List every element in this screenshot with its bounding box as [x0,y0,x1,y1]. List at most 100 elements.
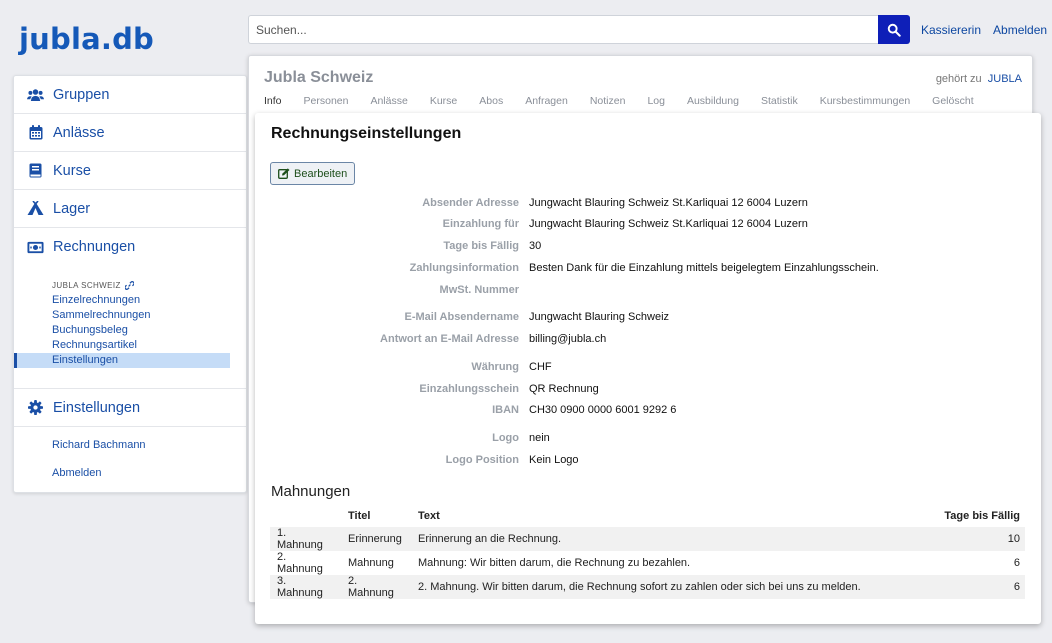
users-icon [27,86,44,103]
field-value: Kein Logo [529,454,579,466]
tab-anlaesse[interactable]: Anlässe [370,95,407,107]
table-cell: 2. Mahnung [277,551,323,575]
table-header: Text [418,510,440,522]
belongs-to: gehört zu JUBLA [936,73,1022,85]
field-value: Jungwacht Blauring Schweiz St.Karliquai … [529,218,808,230]
sidebar-item-label: Lager [53,200,91,217]
field-value: CHF [529,361,552,373]
sidebar: Gruppen Anlässe Kurse Lager Rechnungen J… [13,75,247,493]
submenu-einstellungen[interactable]: Einstellungen [14,353,230,368]
sidebar-item-gruppen[interactable]: Gruppen [14,76,246,114]
sidebar-logout-link[interactable]: Abmelden [14,467,102,479]
tab-geloescht[interactable]: Gelöscht [932,95,973,107]
sidebar-item-kurse[interactable]: Kurse [14,152,246,190]
edit-button[interactable]: Bearbeiten [270,162,356,185]
user-name-link[interactable]: Richard Bachmann [14,439,146,451]
field-label: Logo [492,432,519,444]
table-header-row: Titel Text Tage bis Fällig [270,505,1025,527]
sidebar-item-label: Einstellungen [53,399,141,416]
edit-button-label: Bearbeiten [294,167,348,180]
field-label: Logo Position [445,454,519,466]
field-value: Besten Dank für die Einzahlung mittels b… [529,262,879,274]
field-label: E-Mail Absendername [404,311,519,323]
table-cell: 1. Mahnung [270,527,341,551]
sidebar-item-anlaesse[interactable]: Anlässe [14,114,246,152]
page-title: Rechnungseinstellungen [271,125,462,142]
sidebar-item-label: Kurse [53,162,91,179]
field-value: CH30 0900 0000 6001 9292 6 [529,404,677,416]
table-cell: 6 [926,575,1025,599]
edit-icon [278,168,290,179]
table-cell: Erinnerung an die Rechnung. [411,527,927,551]
table-cell: 6 [1013,557,1020,569]
submenu-title-label: JUBLA SCHWEIZ [52,281,121,290]
tab-kurse[interactable]: Kurse [430,95,457,107]
top-links: Kassiererin Abmelden [921,23,1047,37]
calendar-icon [27,124,44,141]
search-bar [248,15,910,44]
field-value: Jungwacht Blauring Schweiz St.Karliquai … [529,197,808,209]
field-label: IBAN [492,404,519,416]
tab-anfragen[interactable]: Anfragen [525,95,568,107]
top-logout-link[interactable]: Abmelden [993,23,1047,37]
search-input[interactable] [248,15,878,44]
field-value: 30 [529,240,542,252]
sidebar-item-lager[interactable]: Lager [14,190,246,228]
belongs-prefix: gehört zu [935,73,982,85]
tab-abos[interactable]: Abos [479,95,503,107]
role-link[interactable]: Kassiererin [921,23,981,37]
sidebar-item-rechnungen[interactable]: Rechnungen [14,228,246,266]
group-tabs: Info Personen Anlässe Kurse Abos Anfrage… [264,95,996,107]
field-label: Einzahlungsschein [419,383,519,395]
submenu-einzelrechnungen[interactable]: Einzelrechnungen [14,293,230,308]
invoice-settings-card: Rechnungseinstellungen Bearbeiten Absend… [255,113,1041,624]
tab-notizen[interactable]: Notizen [590,95,626,107]
gear-icon [27,399,44,416]
field-value: billing@jubla.ch [529,333,607,345]
table-cell: Mahnung [348,557,394,569]
tab-info[interactable]: Info [264,95,282,107]
app-logo[interactable]: jubla.db [19,22,154,56]
field-label: Absender Adresse [422,197,519,209]
tab-personen[interactable]: Personen [304,95,349,107]
table-header: Titel [348,510,371,522]
link-icon[interactable] [124,281,134,290]
field-value: QR Rechnung [529,383,599,395]
table-cell: Erinnerung [341,527,411,551]
submenu-title: JUBLA SCHWEIZ [14,281,246,290]
search-button[interactable] [878,15,910,44]
reminders-title: Mahnungen [271,483,351,500]
table-cell: 2. Mahnung. Wir bitten darum, die Rechnu… [411,575,927,599]
field-label: Einzahlung für [442,218,519,230]
tab-statistik[interactable]: Statistik [761,95,798,107]
search-icon [887,23,901,37]
submenu-sammelrechnungen[interactable]: Sammelrechnungen [14,308,230,323]
book-icon [27,162,44,179]
submenu-rechnungsartikel[interactable]: Rechnungsartikel [14,338,230,353]
field-label: Tage bis Fällig [443,240,519,252]
table-row: 1. Mahnung Erinnerung Erinnerung an die … [270,527,1025,551]
field-label: Zahlungsinformation [409,262,519,274]
sidebar-item-label: Rechnungen [53,239,136,255]
table-row: 2. Mahnung Mahnung Mahnung: Wir bitten d… [270,551,1025,575]
sidebar-item-label: Anlässe [53,124,105,141]
table-cell: Mahnung: Wir bitten darum, die Rechnung … [418,557,691,569]
tab-kursbestimmungen[interactable]: Kursbestimmungen [820,95,910,107]
field-value: Jungwacht Blauring Schweiz [529,311,670,323]
field-label: MwSt. Nummer [439,284,519,296]
table-header: Tage bis Fällig [944,510,1020,522]
field-label: Währung [471,361,519,373]
invoice-submenu: JUBLA SCHWEIZ Einzelrechnungen Sammelrec… [14,281,246,368]
table-cell: 10 [926,527,1025,551]
tab-log[interactable]: Log [647,95,665,107]
tab-ausbildung[interactable]: Ausbildung [687,95,739,107]
submenu-list: Einzelrechnungen Sammelrechnungen Buchun… [14,293,246,368]
parent-group-link[interactable]: JUBLA [988,73,1022,85]
field-label: Antwort an E-Mail Adresse [380,333,519,345]
sidebar-item-einstellungen[interactable]: Einstellungen [14,389,246,427]
tent-icon [27,200,44,217]
sidebar-item-label: Gruppen [53,86,110,103]
table-cell: 2. Mahnung [341,575,411,599]
submenu-buchungsbeleg[interactable]: Buchungsbeleg [14,323,230,338]
money-bill-icon [27,239,44,256]
